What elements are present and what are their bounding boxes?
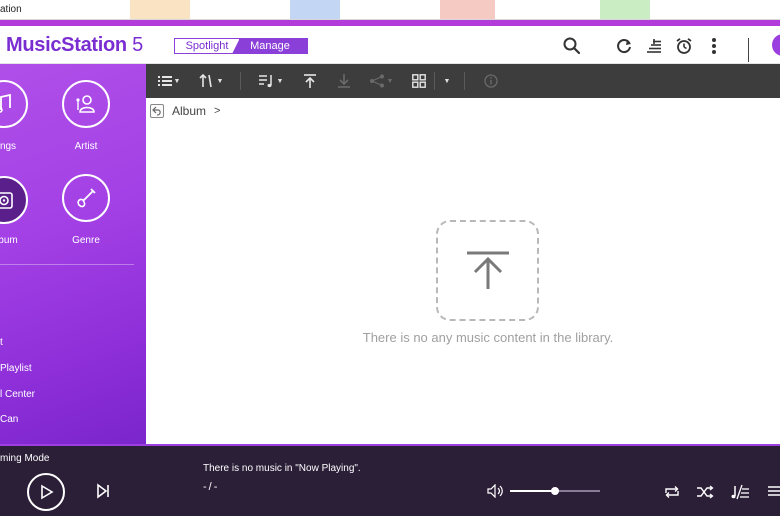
breadcrumb-separator: >	[214, 105, 221, 117]
repeat-button[interactable]	[662, 483, 682, 501]
browser-thumbnail	[290, 0, 340, 19]
upload-drop-zone[interactable]	[436, 220, 539, 321]
shuffle-button[interactable]	[695, 483, 715, 501]
next-button[interactable]	[95, 482, 111, 500]
sort-icon	[198, 74, 212, 88]
info-icon	[484, 74, 498, 88]
volume-button[interactable]	[487, 484, 505, 498]
sidebar-item-label: ngs	[0, 141, 17, 152]
browser-thumbnail	[440, 0, 495, 19]
volume-slider-handle[interactable]	[551, 487, 559, 495]
grid-view-button[interactable]	[410, 71, 428, 91]
alarm-icon[interactable]	[674, 36, 694, 56]
sidebar-item-label: Genre	[72, 235, 100, 246]
lyrics-button[interactable]	[730, 483, 750, 501]
app-version: 5	[126, 34, 143, 56]
avatar[interactable]	[772, 34, 780, 56]
browser-thumbnail	[130, 0, 190, 19]
sidebar-link-center[interactable]: l Center	[0, 389, 35, 400]
skip-next-icon	[97, 483, 109, 499]
sidebar-item-artist[interactable]	[62, 80, 110, 128]
toolbar-separator	[434, 72, 435, 90]
sidebar: ngs Artist bum Genre t Playlist l Center…	[0, 64, 146, 444]
app-header: MusicStation 5 Spotlight Manage	[0, 26, 780, 64]
sort-button[interactable]: ▼	[198, 71, 224, 91]
now-playing-message: There is no music in "Now Playing".	[203, 463, 361, 474]
manage-mode-button[interactable]: Manage	[232, 38, 308, 54]
sidebar-link-playlist[interactable]: Playlist	[0, 363, 32, 374]
sidebar-item-songs[interactable]	[0, 80, 28, 128]
list-view-icon	[157, 76, 172, 86]
breadcrumb: Album >	[150, 103, 220, 119]
add-to-playlist-button[interactable]: ▼	[258, 71, 284, 91]
download-icon	[338, 74, 350, 88]
add-to-playlist-icon	[258, 75, 272, 88]
sidebar-link-can[interactable]: Can	[0, 414, 18, 425]
volume-slider-fill	[510, 490, 555, 492]
toolbar: ▼ ▼ ▼ ▼ ▼	[146, 64, 780, 98]
header-divider	[748, 38, 749, 62]
browser-tab-strip: ation	[0, 0, 780, 20]
app-name: MusicStation	[6, 34, 127, 56]
play-icon	[41, 484, 54, 500]
sidebar-link[interactable]: t	[0, 337, 3, 348]
more-icon[interactable]	[704, 36, 724, 56]
toolbar-separator	[464, 72, 465, 90]
queue-list-button[interactable]	[764, 483, 780, 501]
sidebar-item-album[interactable]	[0, 176, 28, 224]
repeat-icon	[665, 486, 679, 498]
queue-icon[interactable]	[644, 36, 664, 56]
sidebar-divider	[0, 264, 134, 265]
music-note-icon	[0, 93, 11, 113]
player-bar: ming Mode There is no music in "Now Play…	[0, 444, 780, 516]
download-button[interactable]	[334, 71, 354, 91]
guitar-icon	[77, 188, 96, 208]
upload-button[interactable]	[300, 71, 320, 91]
browser-tab-title[interactable]: ation	[0, 4, 22, 15]
volume-icon	[487, 484, 503, 498]
back-button[interactable]	[150, 104, 164, 118]
app-logo: MusicStation 5	[6, 34, 143, 57]
browser-thumbnail	[600, 0, 650, 19]
lyrics-icon	[731, 484, 749, 500]
sidebar-item-label: bum	[0, 235, 18, 246]
album-disc-icon	[0, 192, 13, 209]
playback-time: -/-	[203, 481, 220, 493]
more-caret-icon: ▼	[443, 77, 451, 85]
chevron-down-icon: ▼	[216, 77, 224, 85]
share-button[interactable]: ▼	[368, 71, 394, 91]
info-button[interactable]	[482, 71, 500, 91]
empty-library-message: There is no any music content in the lib…	[362, 330, 614, 345]
mode-switch: Spotlight Manage	[174, 38, 308, 54]
shuffle-icon	[697, 485, 714, 499]
spotlight-mode-button[interactable]: Spotlight	[174, 38, 240, 54]
chevron-down-icon: ▼	[386, 77, 394, 85]
upload-icon	[466, 251, 509, 289]
artist-icon	[76, 95, 95, 113]
toolbar-separator	[240, 72, 241, 90]
sidebar-item-genre[interactable]	[62, 174, 110, 222]
upload-icon	[304, 74, 316, 88]
chevron-down-icon: ▼	[276, 77, 284, 85]
more-caret-button[interactable]: ▼	[440, 71, 452, 91]
grid-view-icon	[412, 74, 426, 88]
streaming-mode-label[interactable]: ming Mode	[0, 453, 49, 464]
sidebar-item-label: Artist	[74, 141, 98, 152]
share-icon	[369, 74, 384, 88]
play-button[interactable]	[27, 473, 65, 511]
queue-list-icon	[768, 486, 780, 496]
back-arrow-icon	[152, 106, 161, 116]
breadcrumb-current: Album	[172, 104, 207, 118]
volume-slider[interactable]	[510, 487, 600, 495]
list-view-button[interactable]: ▼	[156, 71, 182, 91]
search-icon[interactable]	[562, 36, 582, 56]
chevron-down-icon: ▼	[173, 77, 181, 85]
refresh-icon[interactable]	[614, 36, 634, 56]
